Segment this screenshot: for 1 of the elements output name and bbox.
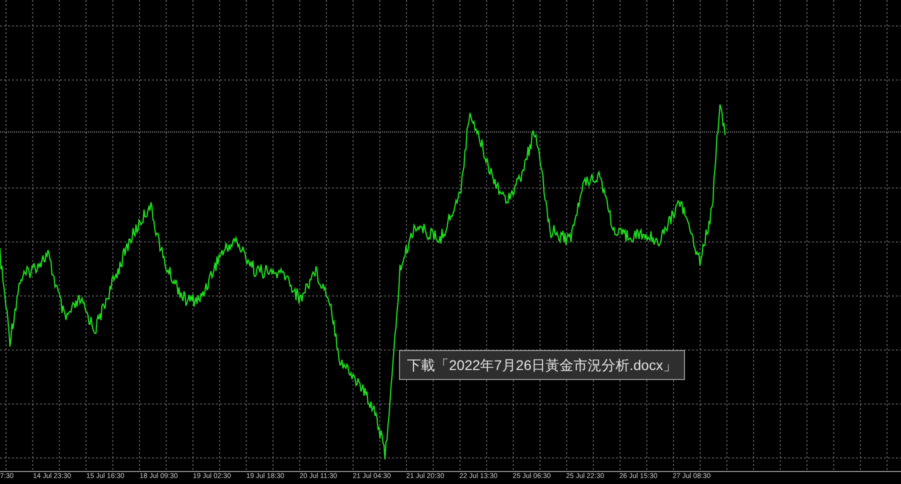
tooltip: 下載「2022年7月26日黃金市況分析.docx」: [399, 350, 685, 380]
